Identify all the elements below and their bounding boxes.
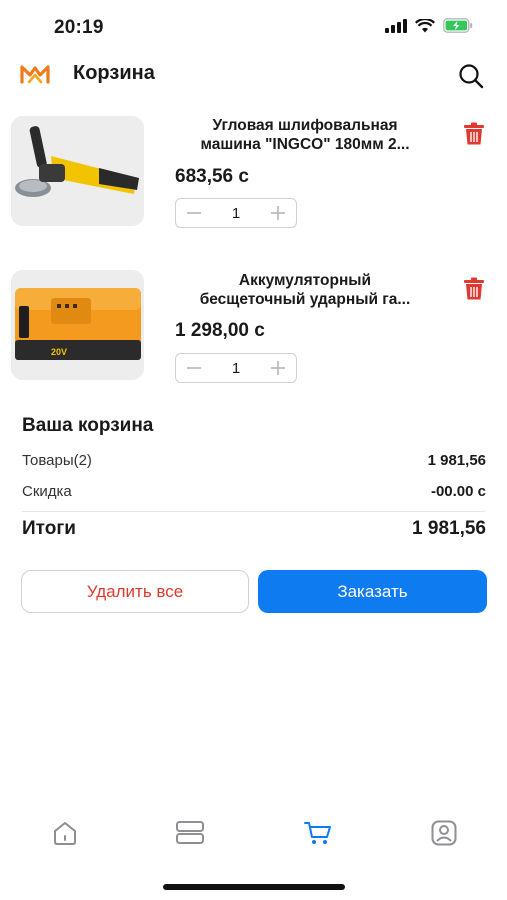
increase-button[interactable] — [268, 358, 288, 378]
quantity-stepper: 1 — [175, 198, 297, 228]
decrease-button[interactable] — [184, 358, 204, 378]
cart-icon — [304, 822, 331, 844]
total-label: Итоги — [22, 518, 76, 539]
order-button[interactable]: Заказать — [258, 570, 487, 613]
logo-icon — [20, 65, 50, 84]
product-name-line2: машина "INGCO" 180мм 2... — [200, 136, 410, 153]
product-name-line2: бесщеточный ударный га... — [199, 291, 411, 308]
profile-icon — [431, 820, 457, 846]
discount-value: -00.00 с — [430, 483, 486, 500]
battery-icon — [443, 18, 473, 33]
summary-divider — [22, 511, 485, 512]
quantity-stepper: 1 — [175, 353, 297, 383]
trash-icon[interactable] — [463, 277, 485, 301]
angle-grinder-photo — [11, 116, 144, 226]
product-name-line1: Аккумуляторный — [238, 272, 372, 289]
page-title: Корзина — [73, 62, 155, 84]
product-image-battery[interactable]: 20V — [11, 270, 144, 380]
goods-value: 1 981,56 — [427, 452, 486, 469]
increase-button[interactable] — [268, 203, 288, 223]
status-icons — [385, 18, 473, 33]
status-time: 20:19 — [54, 17, 104, 38]
product-price: 683,56 с — [175, 166, 249, 187]
home-indicator — [163, 884, 345, 890]
quantity-value: 1 — [231, 359, 241, 377]
decrease-button[interactable] — [184, 203, 204, 223]
wifi-icon — [415, 18, 435, 32]
tab-catalog[interactable] — [175, 818, 205, 848]
quantity-value: 1 — [231, 204, 241, 222]
product-name-line1: Угловая шлифовальная — [212, 117, 398, 134]
product-image-angle-grinder[interactable] — [11, 116, 144, 226]
home-icon — [54, 822, 76, 845]
svg-text:20V: 20V — [51, 347, 67, 357]
tab-profile[interactable] — [429, 818, 459, 848]
product-name[interactable]: Аккумуляторный бесщеточный ударный га... — [175, 271, 435, 309]
signal-icon — [385, 18, 407, 33]
summary-title: Ваша корзина — [22, 415, 154, 436]
tab-cart[interactable] — [303, 818, 333, 848]
discount-label: Скидка — [22, 483, 72, 500]
tab-home[interactable] — [50, 818, 80, 848]
minus-icon — [187, 212, 201, 214]
plus-icon — [271, 206, 285, 220]
product-name[interactable]: Угловая шлифовальная машина "INGCO" 180м… — [175, 116, 435, 154]
total-value: 1 981,56 — [412, 518, 486, 539]
goods-label: Товары(2) — [22, 452, 92, 469]
battery-pack-photo: 20V — [11, 270, 144, 380]
catalog-icon — [176, 821, 204, 844]
search-icon[interactable] — [457, 62, 485, 90]
minus-icon — [187, 367, 201, 369]
plus-icon — [271, 361, 285, 375]
delete-all-button[interactable]: Удалить все — [21, 570, 249, 613]
trash-icon[interactable] — [463, 122, 485, 146]
product-price: 1 298,00 с — [175, 320, 265, 341]
